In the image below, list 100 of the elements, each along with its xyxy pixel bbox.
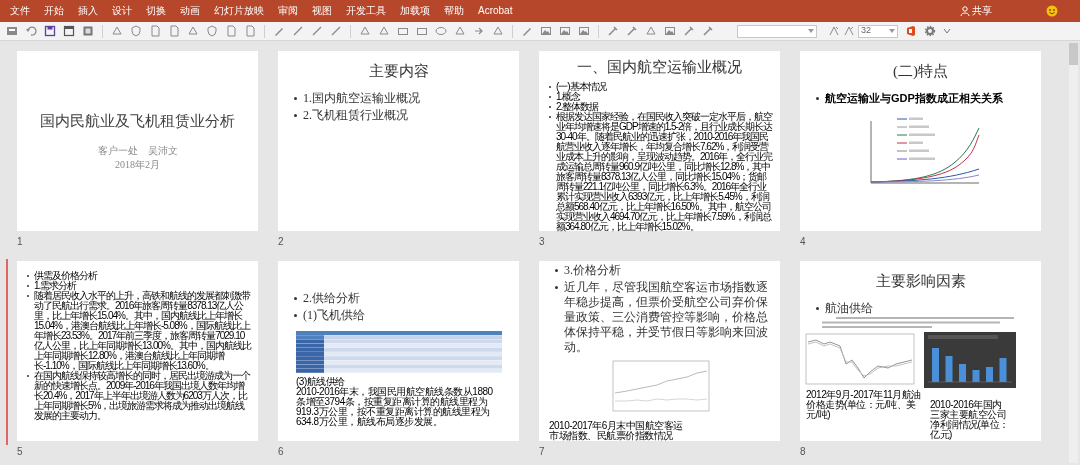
caption-text: (3)航线供给 [296,377,345,387]
bullet-text: 2.飞机租赁行业概况 [303,107,408,123]
person-icon[interactable] [960,6,970,16]
shape-icon[interactable] [454,25,466,37]
pencil-icon[interactable] [521,25,533,37]
image-icon[interactable] [578,25,590,37]
slide-title: 一、国内航空运输业概况 [576,58,743,77]
bullet-text: 在国内航线保持较高增长的同时，居民出境游成为一个新的快速增长点。2009年-2016年我国出境人数年均增长20.4%，2017年上半年出境游人数为6203万人次，比上年同期增长5%，出境旅游需求将成为推动出境航线发展的主要动力。 [34,371,252,421]
page-icon[interactable] [149,25,161,37]
smiley-icon[interactable] [1046,5,1058,17]
line-icon[interactable] [292,25,304,37]
caption-text: 2010-2016年国内三家主要航空公司净利润情况(单位：亿元) [930,399,1010,440]
caption-text: 2010-2017年6月末中国航空客运市场指数、民航票价指数情况 [549,421,684,441]
shape-icon[interactable] [378,25,390,37]
slide-subtitle: 2018年2月 [115,158,160,173]
slide-number: 6 [278,445,285,459]
slide-thumbnail[interactable]: (二)特点 航空运输业与GDP指数成正相关关系 [800,51,1041,231]
rectangle-icon[interactable] [397,25,409,37]
frame-icon[interactable] [82,25,94,37]
slide-title: 主要影响因素 [874,272,967,291]
undo-icon[interactable] [25,25,37,37]
shield-icon[interactable] [206,25,218,37]
slide-thumbnail[interactable] [539,51,780,231]
bullet-text: 近几年，尽管我国航空客运市场指数逐年稳步提高，但票价受航空公司弃价保量政策、三公消费管控等影响，价格总体保持平稳，并受节假日等影响来回波动。 [564,280,768,355]
menu-tab[interactable]: 切换 [146,6,166,16]
caret-icon[interactable] [943,28,951,34]
slide-title: (二)特点 [892,62,949,81]
bullet-text: 航油供给 [825,300,873,316]
slide-thumbnail[interactable]: 国内民航业及飞机租赁业分析 客户一处 吴沛文 2018年2月 [17,51,258,231]
bullet-text: 1.国内航空运输业概况 [303,90,420,106]
bullet-text: 2.整体数据 [556,101,599,112]
menu-tab[interactable]: 加载项 [400,6,430,16]
caption-text: 2010-2016年末，我国民用航空航线条数从1880条增至3794条，按重复距离计算的航线里程为919.3万公里，按不重复距离计算的航线里程为634.8万公里，航线布局逐步发展。 [296,387,494,427]
office-logo-icon[interactable] [905,25,917,37]
slide-subtitle: 客户一处 吴沛文 [97,144,178,159]
bullet-text: 航空运输业与GDP指数成正相关关系 [825,90,1003,105]
slide-thumbnail[interactable]: 2.供给分析 (1)飞机供给 (3)航线供给 2010-2016年末，我国民用航空航线条数从1880条增至3794条，按重复距离计算的航线里程为919.3万公里，按不重复距离计算的航线里程为634.8万公里，航线布局逐步发展。 [278,261,519,441]
ellipse-icon[interactable] [435,25,447,37]
bullet-text: 供需及价格分析 [34,271,97,281]
window-icon[interactable] [63,25,75,37]
scrollbar[interactable] [1069,43,1078,463]
slide-thumbnail[interactable]: 3.价格分析 近几年，尽管我国航空客运市场指数逐年稳步提高，但票价受航空公司弃价保量政策、三公消费管控等影响，价格总体保持平稳，并受节假日等影响来回波动。 2010-2017年6月末中国航空客运市场指数、民航票价指数情况 [539,261,780,441]
bullet-text: 1.概念 [556,91,581,102]
image-icon[interactable] [540,25,552,37]
shape-icon[interactable] [359,25,371,37]
slide-number: 2 [278,235,285,249]
share-button[interactable]: 共享 [960,6,992,16]
rectangle-icon[interactable] [416,25,428,37]
pencil-icon[interactable] [273,25,285,37]
slide-thumbnail[interactable]: 主要内容 1.国内航空运输业概况 2.飞机租赁行业概况 [278,51,519,231]
slide-thumbnail[interactable]: 主要影响因素 航油供给 2012年9月-2017年11月航油价格走势(单位：元/吨、美元/吨) 2010-2016年国内三家主要航空公司净利润情况(单位：亿元) [800,261,1041,441]
save-icon[interactable] [44,25,56,37]
slide-number: 4 [800,235,807,249]
menu-tab[interactable]: 视图 [312,6,332,16]
caret-icon[interactable] [889,29,895,33]
font-name-field[interactable] [737,24,817,38]
menu-tab[interactable]: 插入 [78,6,98,16]
line-icon[interactable] [311,25,323,37]
page-icon[interactable] [168,25,180,37]
bullet-text: (一)基本情况 [556,81,606,92]
bullet-text: 3.价格分析 [564,263,621,278]
menu-tab[interactable]: 开发工具 [346,6,386,16]
shape-icon[interactable] [645,25,657,37]
image-icon[interactable] [664,25,676,37]
scrollbar-thumb[interactable] [1069,43,1078,65]
arrow-icon[interactable] [473,25,485,37]
bullet-text: 随着居民收入水平的上升，高铁和航线的发展都刺激带动了民航出行需求。2016年旅客周转量8378.13亿人公里，比上年增长15.04%。其中，国内航线比上年增长15.04%，港澳台航线比上年增长-5.08%，国际航线比上年增长23.53%。2017年前三季度，旅客周转量7029.10亿人公里，比上年同期增长13.00%。其中，国内航线比上年同期增长12.80%，港澳台航线比上年同期增长-1.10%，国际航线比上年同期增长13.60%。 [34,291,252,371]
menu-tab[interactable]: 文件 [10,6,30,16]
shrink-font-icon[interactable] [843,25,855,37]
bullet-text: 根据发达国家经验，在国民收入突破一定水平后，航空业年均增速将是GDP增速的1.5-2倍，且行业成长期长达30-40年。随着民航业的迅速扩张，2010-2016年我国民航营业收入逐年增长，年均复合增长7.62%，利润受营业成本上升的影响，呈现波动趋势。2016年，全行业完成运输总周转量960.9亿吨公里，同比增长12.8%，其中旅客周转量8378.13亿人公里，同比增长15.04%；货邮周转量221.1亿吨公里，同比增长6.3%。2016年全行业累计实现营业收入6393亿元，比上年增长5.45%，利润总额568.40亿元，比上年增长16.50%。其中，航空公司实现营业收入4694.70亿元，比上年增长7.59%，利润总额364.80亿元，比上年增长15.02%。 [556,111,774,232]
bullet-text: (1)飞机供给 [303,308,365,323]
menu-tab[interactable]: Acrobat [478,6,513,16]
shield-icon[interactable] [130,25,142,37]
slide-number: 5 [17,445,24,459]
line-icon[interactable] [330,25,342,37]
slide-number: 7 [539,445,546,459]
slide-thumbnail[interactable] [17,261,258,441]
bullet-text: 2.供给分析 [303,291,360,306]
shape-icon[interactable] [187,25,199,37]
font-size-field[interactable]: 32 [858,24,898,38]
image-icon[interactable] [559,25,571,37]
slide-number: 8 [800,445,807,459]
page-icon[interactable] [244,25,256,37]
caret-icon[interactable] [808,29,814,33]
page-icon[interactable] [225,25,237,37]
shape-icon[interactable] [492,25,504,37]
menu-tab[interactable]: 幻灯片放映 [214,6,264,16]
menu-tab[interactable]: 动画 [180,6,200,16]
caption-text: 2012年9月-2017年11月航油价格走势(单位：元/吨、美元/吨) [806,389,922,420]
slide-layout-icon[interactable] [6,25,18,37]
slide-title: 国内民航业及飞机租赁业分析 [40,111,235,131]
shape-icon[interactable] [111,25,123,37]
menu-tab[interactable]: 开始 [44,6,64,16]
grow-font-icon[interactable] [828,25,840,37]
bullet-text: 1.需求分析 [34,281,77,291]
menu-tab[interactable]: 审阅 [278,6,298,16]
slide-number: 1 [17,235,24,249]
menu-tab[interactable]: 设计 [112,6,132,16]
settings-icon[interactable] [924,25,936,37]
menu-tab[interactable]: 帮助 [444,6,464,16]
